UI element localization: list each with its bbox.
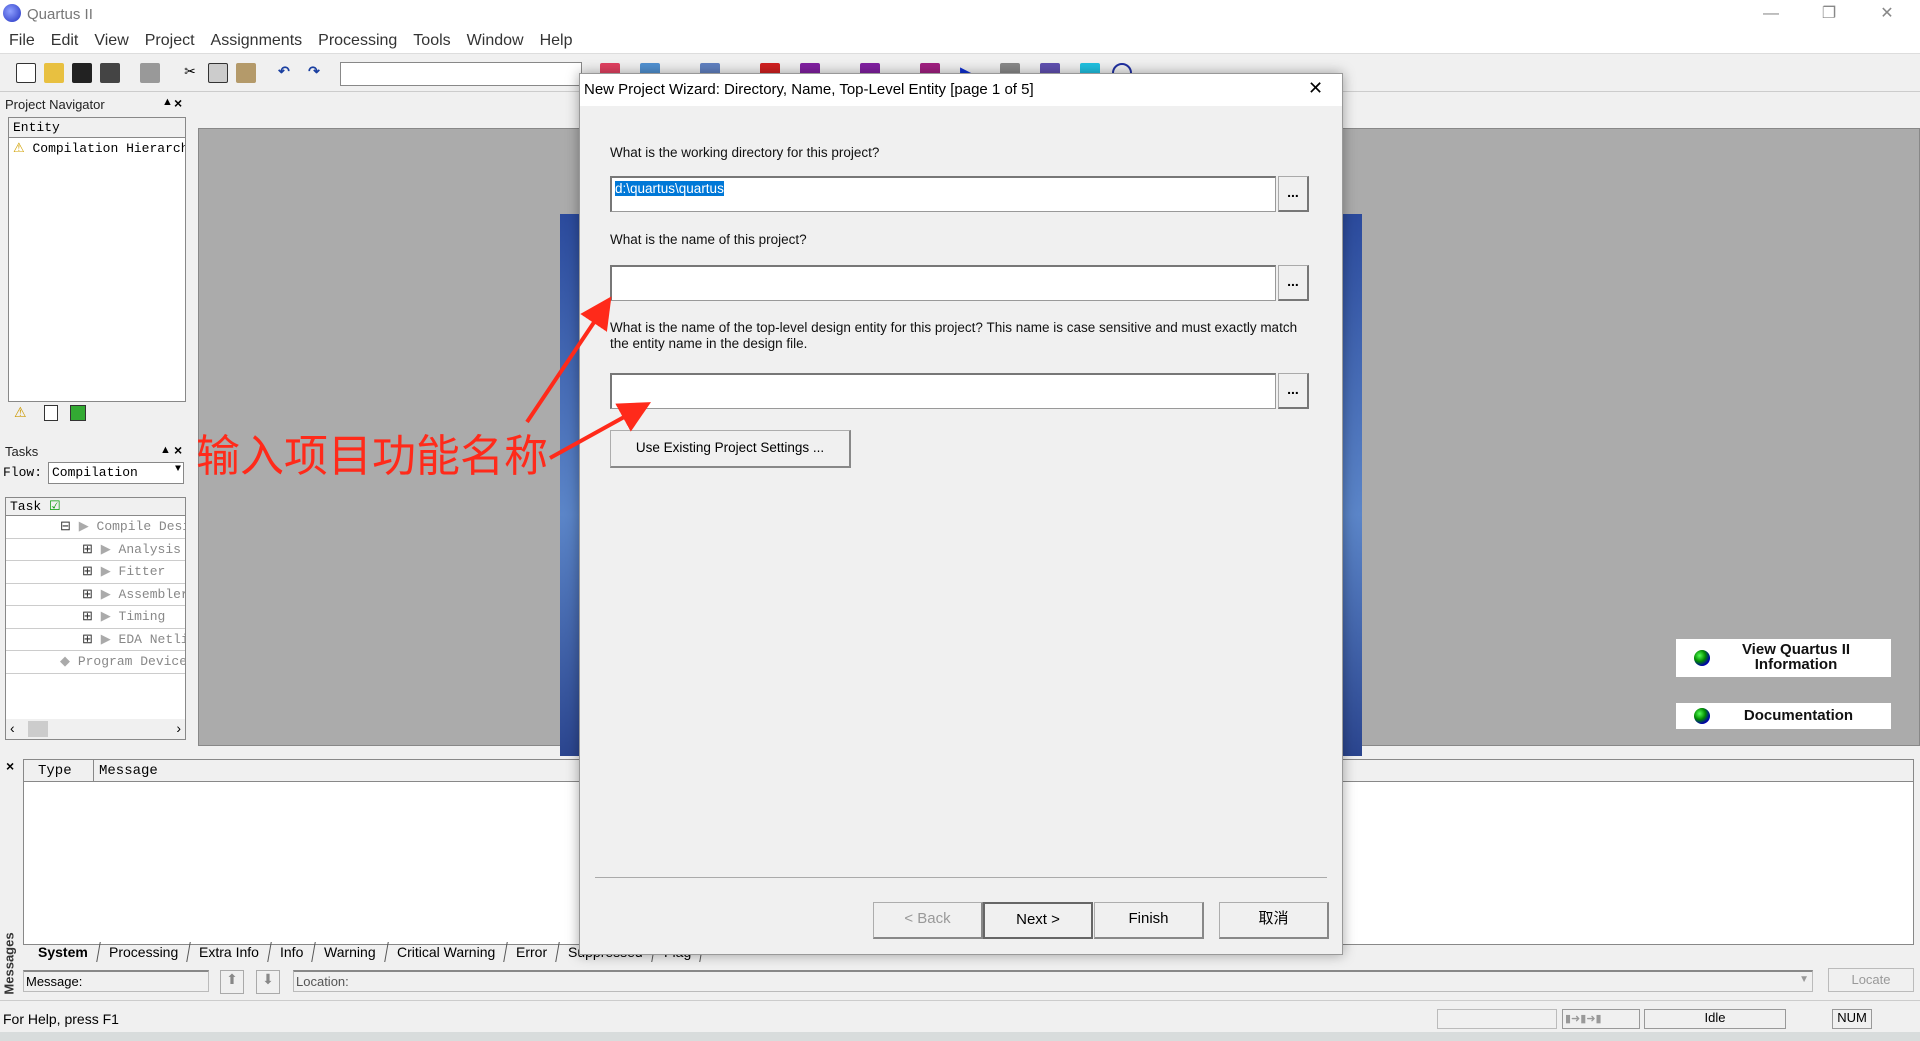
arrow-to-project-name [525,296,612,424]
arrow-to-entity [549,402,652,460]
annotation-arrows [525,296,652,460]
